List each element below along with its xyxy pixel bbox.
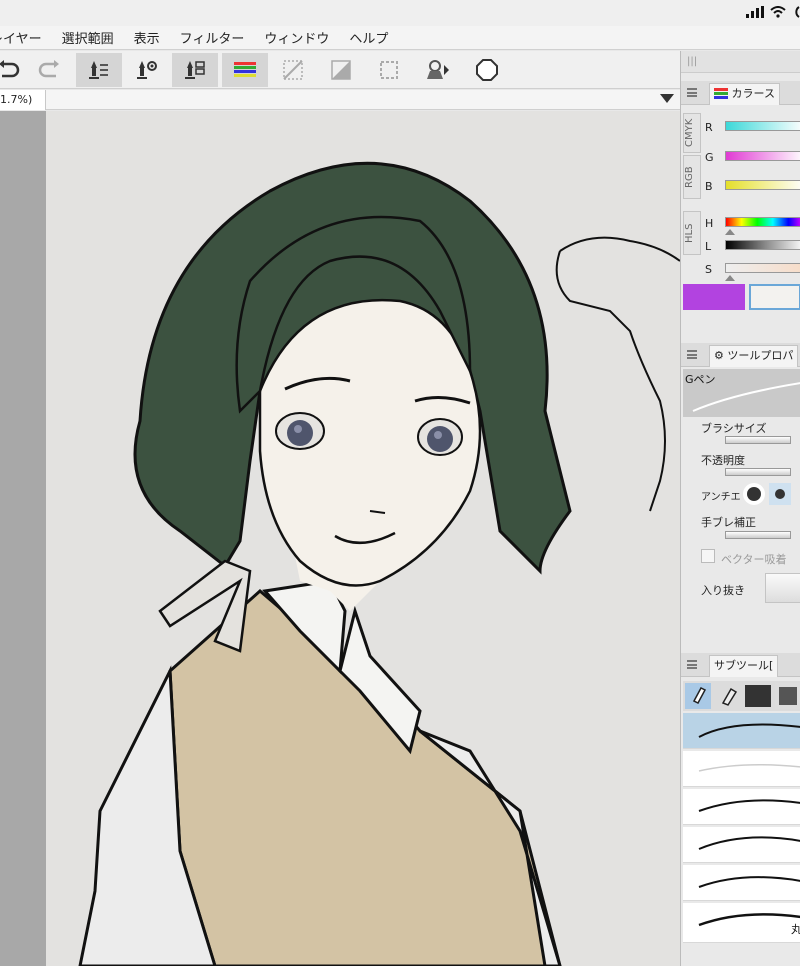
taper-button[interactable] xyxy=(765,573,800,603)
selection-icon xyxy=(380,61,398,79)
layer-list-icon xyxy=(185,61,205,79)
g-slider-bar[interactable] xyxy=(725,151,800,161)
command-bar xyxy=(0,51,680,89)
stabilization-slider[interactable] xyxy=(725,531,791,539)
antialias-option-2[interactable] xyxy=(769,483,791,505)
g-slider[interactable]: G xyxy=(703,145,800,173)
sub-tool-group-bar xyxy=(683,681,800,711)
color-panel-header: カラース xyxy=(681,81,800,105)
reference-icon xyxy=(427,60,449,79)
brush-preview: Gペン xyxy=(683,369,800,417)
right-panel: ||| カラース CMYK RGB HLS R G B H L S ⚙ ツールプ… xyxy=(680,51,800,966)
brush-stroke-icon xyxy=(698,836,800,850)
redo-icon xyxy=(38,60,59,78)
transparent-icon xyxy=(283,60,303,80)
selection-button[interactable] xyxy=(366,53,412,87)
brush-stroke-icon xyxy=(698,913,800,927)
antialias-option-1[interactable] xyxy=(743,483,765,505)
pen-layer-icon xyxy=(89,61,108,79)
pen-layer-button[interactable] xyxy=(76,53,122,87)
brush-size-slider[interactable] xyxy=(725,436,791,444)
wifi-icon xyxy=(770,6,786,18)
b-slider-bar[interactable] xyxy=(725,180,800,190)
r-slider[interactable]: R xyxy=(703,115,800,143)
menu-window[interactable]: ウィンドウ xyxy=(264,28,329,47)
brush-stroke-icon xyxy=(698,876,800,888)
s-slider-bar[interactable] xyxy=(725,263,800,273)
pen-settings-icon xyxy=(137,61,157,79)
octagon-button[interactable] xyxy=(464,53,510,87)
menu-icon[interactable] xyxy=(687,660,697,669)
tab-cmyk[interactable]: CMYK xyxy=(683,113,701,153)
opacity-slider[interactable] xyxy=(725,468,791,476)
marker-tool-button[interactable] xyxy=(715,683,741,709)
pen-settings-button[interactable] xyxy=(124,53,170,87)
reference-button[interactable] xyxy=(414,53,460,87)
menu-view[interactable]: 表示 xyxy=(134,28,160,47)
illustration xyxy=(78,161,680,966)
pattern-tool-button[interactable] xyxy=(775,683,800,709)
sub-tool-header: サブツール[ xyxy=(681,653,800,677)
tab-rgb[interactable]: RGB xyxy=(683,155,701,199)
tab-color-slider[interactable]: カラース xyxy=(709,83,780,105)
pen-tool-button[interactable] xyxy=(685,683,711,709)
menu-layer[interactable]: レイヤー xyxy=(0,28,42,47)
brush-stroke-icon xyxy=(698,764,800,772)
brush-stroke-icon xyxy=(698,723,800,738)
signal-icon xyxy=(746,6,764,18)
tab-tool-property[interactable]: ⚙ ツールプロパ xyxy=(709,345,799,367)
menu-filter[interactable]: フィルター xyxy=(180,28,245,47)
brush-stroke-preview xyxy=(692,382,800,412)
marker-icon xyxy=(721,687,738,706)
s-slider[interactable]: S xyxy=(703,257,800,285)
color-set-icon xyxy=(234,62,256,77)
fill-button[interactable] xyxy=(318,53,364,87)
layer-list-button[interactable] xyxy=(172,53,218,87)
l-slider-bar[interactable] xyxy=(725,240,800,250)
brush-item[interactable] xyxy=(683,751,800,787)
tab-hls[interactable]: HLS xyxy=(683,211,701,255)
document-tab[interactable]: 1.7%) xyxy=(0,90,46,110)
r-slider-bar[interactable] xyxy=(725,121,800,131)
brush-item[interactable] xyxy=(683,827,800,863)
menu-icon[interactable] xyxy=(687,350,697,359)
undo-icon xyxy=(0,60,20,78)
brush-item[interactable] xyxy=(683,865,800,901)
octagon-icon xyxy=(476,59,498,81)
tab-sub-tool[interactable]: サブツール[ xyxy=(709,655,779,677)
main-color-swatch[interactable] xyxy=(683,284,745,310)
pattern-icon xyxy=(779,687,797,705)
chevron-down-icon[interactable] xyxy=(660,94,674,103)
battery-icon xyxy=(795,6,800,18)
color-set-button[interactable] xyxy=(222,53,268,87)
menu-bar: レイヤー 選択範囲 表示 フィルター ウィンドウ ヘルプ xyxy=(0,26,800,50)
sub-color-swatch[interactable] xyxy=(749,284,800,310)
brush-item[interactable] xyxy=(683,789,800,825)
brush-stroke-icon xyxy=(698,799,800,812)
document-tab-bar: 1.7%) xyxy=(0,90,680,110)
menu-selection[interactable]: 選択範囲 xyxy=(62,28,114,47)
gear-icon: ⚙ xyxy=(714,349,724,362)
color-slider-icon xyxy=(714,88,728,99)
fill-icon xyxy=(331,60,351,80)
brush-item[interactable] xyxy=(683,713,800,749)
b-slider[interactable]: B xyxy=(703,174,800,202)
menu-help[interactable]: ヘルプ xyxy=(349,28,388,47)
status-bar xyxy=(0,0,800,26)
menu-icon[interactable] xyxy=(687,88,697,97)
vector-snap-checkbox[interactable] xyxy=(701,549,715,563)
canvas-area[interactable] xyxy=(0,111,680,966)
s-slider-marker[interactable] xyxy=(725,275,735,281)
h-slider-bar[interactable] xyxy=(725,217,800,227)
brush-item[interactable]: 丸 xyxy=(683,903,800,943)
transparent-button[interactable] xyxy=(270,53,316,87)
redo-button[interactable] xyxy=(26,53,72,87)
pen-icon xyxy=(692,687,707,704)
decoration-tool-button[interactable] xyxy=(745,685,771,707)
panel-grip[interactable]: ||| xyxy=(681,51,800,73)
tool-property-header: ⚙ ツールプロパ xyxy=(681,343,800,367)
